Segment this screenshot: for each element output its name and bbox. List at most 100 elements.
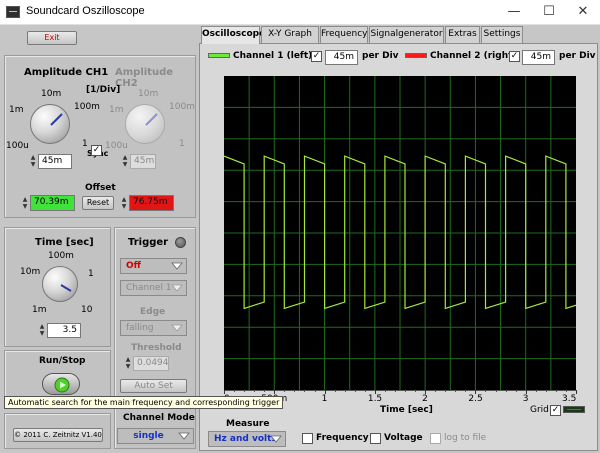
scale-label: 100u [6, 141, 29, 151]
oscilloscope-plot[interactable] [224, 76, 576, 390]
plot-canvas [224, 76, 576, 390]
amplitude-ch2-title: Amplitude CH2 [115, 67, 174, 89]
x-minor-tick [254, 390, 256, 392]
reset-button[interactable]: Reset [82, 196, 114, 210]
scale-label: 10m [138, 89, 159, 99]
offset-ch2-spinner[interactable]: ▲ ▼ [120, 196, 128, 211]
chevron-down-icon [270, 435, 282, 443]
edge-dropdown[interactable]: falling [120, 320, 187, 336]
scale-label: 10m [20, 267, 41, 277]
exit-button[interactable]: Exit [27, 31, 77, 45]
x-minor-tick [304, 390, 306, 392]
x-tick-label: 1.5 [367, 394, 383, 404]
knob-pointer-icon [145, 113, 158, 126]
x-minor-tick [555, 390, 557, 392]
run-stop-panel: Run/Stop [4, 350, 111, 397]
measure-dropdown[interactable]: Hz and volts [208, 431, 286, 447]
channel2-label: Channel 2 (right) [430, 51, 517, 61]
scale-label: 100m [169, 102, 195, 112]
tab-oscilloscope[interactable]: Oscilloscope [201, 26, 265, 44]
minimize-button[interactable]: — [497, 0, 531, 25]
x-minor-tick [565, 390, 567, 392]
x-tick-label: 2.5 [468, 394, 483, 404]
time-spinner[interactable]: ▲ ▼ [38, 323, 46, 338]
scale-label: 10 [81, 305, 93, 315]
x-tick-label: 1 [321, 394, 328, 404]
offset-ch1-value[interactable]: 70.39m [30, 195, 75, 211]
channel-mode-dropdown[interactable]: single [117, 428, 194, 444]
chevron-down-icon [171, 284, 183, 292]
offset-ch2-value[interactable]: 76.75m [129, 195, 174, 211]
scale-label: 1m [32, 305, 47, 315]
chevron-down-icon [178, 432, 190, 440]
log-to-file-checkbox[interactable] [430, 433, 441, 444]
trigger-mode-dropdown[interactable]: Off [120, 258, 187, 274]
tab-settings[interactable]: Settings [481, 26, 523, 43]
run-stop-button[interactable] [42, 373, 80, 395]
amplitude-ch1-knob[interactable] [30, 104, 70, 144]
knob-pointer-icon [60, 284, 72, 292]
log-to-file-label: log to file [444, 433, 487, 443]
x-minor-tick [284, 390, 286, 392]
channel1-color-swatch [208, 53, 230, 58]
scale-label: 100u [105, 141, 128, 151]
amp-ch2-spinner[interactable]: ▲ ▼ [121, 154, 129, 169]
title-bar: Soundcard Oszilloscope — ☐ ✕ [0, 0, 600, 25]
amplitude-ch2-knob[interactable] [125, 104, 165, 144]
grid-checkbox[interactable]: ✓ [550, 405, 561, 416]
x-minor-tick [234, 390, 236, 392]
channel1-per-div-label: per Div [362, 51, 399, 61]
sync-checkbox[interactable]: ✓ [91, 145, 102, 156]
edge-value: falling [126, 323, 154, 333]
x-minor-tick [485, 390, 487, 392]
threshold-spinner[interactable]: ▲ ▼ [124, 356, 132, 371]
amp-ch1-spinner[interactable]: ▲ ▼ [29, 154, 37, 169]
tab-frequency[interactable]: Frequency [320, 26, 368, 43]
channel2-checkbox[interactable]: ✓ [509, 51, 520, 62]
x-tick-label: 3.5 [562, 394, 577, 404]
threshold-value[interactable]: 0.0494 [133, 356, 169, 371]
voltage-checkbox[interactable] [370, 433, 381, 444]
x-axis-label: Time [sec] [380, 405, 433, 415]
scale-label: 1m [9, 105, 24, 115]
trigger-title: Trigger [128, 237, 169, 248]
x-minor-tick [264, 390, 266, 392]
scale-label: 100m [74, 102, 100, 112]
tab-xy-graph[interactable]: X-Y Graph [261, 26, 319, 43]
grid-color-swatch [563, 406, 585, 413]
amp-ch2-value[interactable]: 45m [130, 154, 156, 169]
channel1-label: Channel 1 (left) [233, 51, 313, 61]
amplitude-ch1-title: Amplitude CH1 [24, 67, 109, 78]
amp-ch1-value[interactable]: 45m [38, 154, 72, 169]
channel1-per-div-input[interactable]: 45m [325, 50, 358, 65]
x-minor-tick [545, 390, 547, 392]
offset-ch1-spinner[interactable]: ▲ ▼ [21, 196, 29, 211]
x-minor-tick [465, 390, 467, 392]
amplitude-unit: [1/Div] [86, 85, 121, 95]
channel1-checkbox[interactable]: ✓ [311, 51, 322, 62]
x-minor-tick [535, 390, 537, 392]
copyright-button[interactable]: © 2011 C. Zeitnitz V1.40 [13, 428, 103, 442]
tab-extras[interactable]: Extras [445, 26, 480, 43]
grid-label: Grid [530, 405, 549, 415]
autoset-button[interactable]: Auto Set [120, 379, 187, 393]
measure-label: Measure [226, 419, 270, 429]
time-knob[interactable] [42, 266, 78, 302]
maximize-button[interactable]: ☐ [532, 0, 566, 25]
copyright-panel: © 2011 C. Zeitnitz V1.40 [4, 413, 111, 449]
chevron-down-icon [171, 324, 183, 332]
chevron-down-icon [171, 262, 183, 270]
threshold-label: Threshold [131, 343, 182, 353]
time-value[interactable]: 3.5 [47, 323, 81, 338]
x-minor-tick [415, 390, 417, 392]
scale-label: 1 [88, 269, 94, 279]
frequency-checkbox[interactable] [302, 433, 313, 444]
tab-signalgenerator[interactable]: Signalgenerator [369, 26, 444, 43]
close-button[interactable]: ✕ [566, 0, 600, 25]
channel2-per-div-input[interactable]: 45m [522, 50, 555, 65]
scale-label: 1m [109, 105, 124, 115]
knob-pointer-icon [50, 113, 63, 126]
x-minor-tick [294, 390, 296, 392]
x-minor-tick [384, 390, 386, 392]
trigger-channel-dropdown[interactable]: Channel 1 [120, 280, 187, 296]
